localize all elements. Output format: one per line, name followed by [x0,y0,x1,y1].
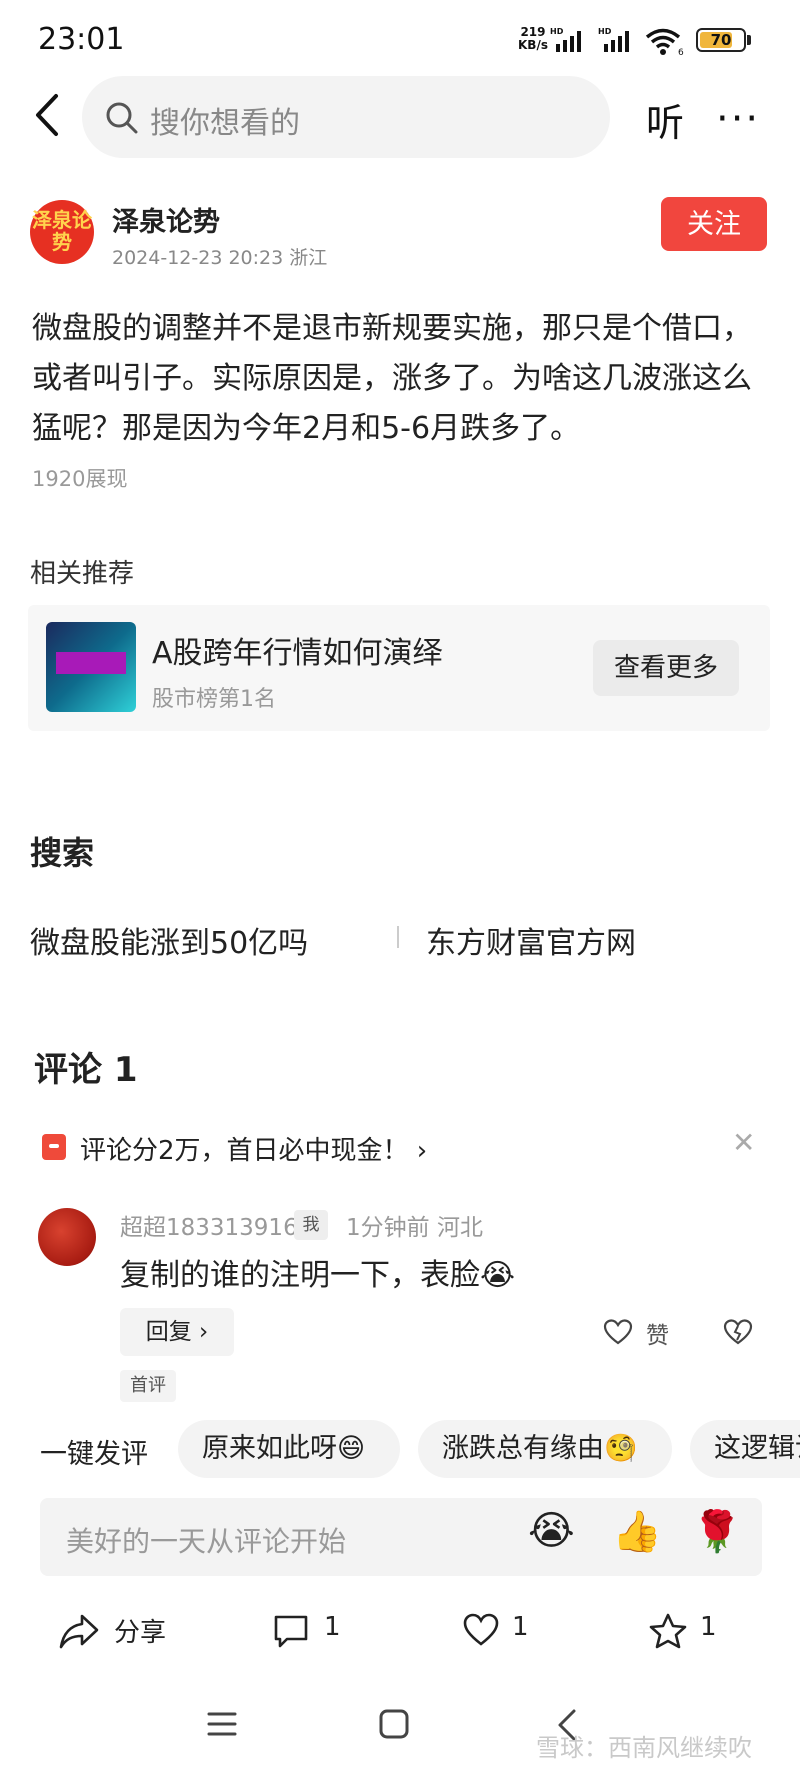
comments-title: 评论 1 [34,1050,138,1090]
comment-placeholder: 美好的一天从评论开始 [66,1525,347,1558]
share-label[interactable]: 分享 [114,1612,166,1649]
first-comment-badge: 首评 [120,1370,176,1402]
comment-count[interactable]: 1 [324,1612,341,1642]
thumbs-up-icon[interactable]: 👍 [612,1508,662,1555]
share-icon[interactable] [58,1612,100,1650]
quick-reply-chip[interactable]: 原来如此呀😄 [178,1420,400,1478]
commenter-avatar[interactable] [38,1208,96,1266]
view-count: 1920展现 [32,467,128,491]
listen-button[interactable]: 听 [646,92,684,147]
divider [397,926,399,948]
broken-heart-icon[interactable] [723,1318,753,1346]
author-avatar[interactable]: 泽泉论势 [30,200,94,264]
related-card-title[interactable]: A股跨年行情如何演绎 [152,628,443,672]
search-suggestion[interactable]: 微盘股能涨到50亿吗 [30,918,308,962]
commenter-name[interactable]: 超超183313916 [120,1208,298,1242]
network-speed: 219 KB/s [518,26,548,52]
network-speed-unit: KB/s [518,38,548,52]
star-icon[interactable] [648,1612,688,1650]
view-more-button[interactable]: 查看更多 [593,640,739,696]
search-suggestion[interactable]: 东方财富官方网 [426,918,636,962]
close-icon[interactable]: ✕ [732,1126,755,1159]
author-name[interactable]: 泽泉论势 [112,200,220,239]
related-title: 相关推荐 [30,559,135,589]
menu-icon[interactable] [206,1708,238,1740]
rose-icon[interactable]: 🌹 [692,1508,742,1555]
promo-banner[interactable]: 评论分2万，首日必中现金！ › [80,1130,427,1167]
hd-label: HD [550,27,564,36]
comment-text: 复制的谁的注明一下，表脸😭 [120,1258,516,1293]
favorite-count[interactable]: 1 [700,1612,717,1642]
follow-button[interactable]: 关注 [661,197,767,251]
comment-meta: 1分钟前 河北 [346,1215,483,1241]
battery-icon: 70 [696,28,746,52]
cell-signal-icon-2: HD [598,27,629,52]
search-section-title: 搜索 [30,834,95,872]
wifi-icon: 6 [645,28,684,56]
wifi-badge: 6 [678,48,684,56]
search-placeholder: 搜你想看的 [150,106,300,141]
back-arrow-icon[interactable] [32,92,62,138]
like-label[interactable]: 赞 [646,1316,669,1350]
related-thumbnail[interactable] [46,622,136,712]
quick-reply-chip[interactable]: 涨跌总有缘由🧐 [418,1420,672,1478]
status-time: 23:01 [38,22,125,57]
search-icon [106,102,138,134]
red-envelope-icon [42,1134,66,1160]
like-count[interactable]: 1 [512,1612,529,1642]
related-card-subtitle: 股市榜第1名 [152,687,276,712]
hd-label: HD [598,27,612,36]
me-badge: 我 [294,1210,328,1240]
watermark: 雪球：西南风继续吹 [536,1734,752,1762]
heart-icon[interactable] [603,1318,633,1346]
post-meta: 2024-12-23 20:23 浙江 [112,247,328,269]
crying-emoji-icon[interactable]: 😭 [528,1508,575,1554]
like-icon[interactable] [462,1612,500,1648]
comment-icon[interactable] [272,1612,310,1650]
battery-cap [747,35,751,45]
home-icon[interactable] [378,1708,410,1740]
post-body: 微盘股的调整并不是退市新规要实施，那只是个借口，或者叫引子。实际原因是，涨多了。… [32,311,752,446]
quick-reply-chip[interactable]: 这逻辑说 [690,1420,800,1478]
quick-comment-label: 一键发评 [40,1439,148,1470]
cell-signal-icon: HD [550,27,581,52]
battery-level: 70 [710,31,732,49]
thumbnail-banner [56,652,126,674]
more-options-button[interactable]: ··· [716,96,760,142]
reply-button[interactable]: 回复 › [120,1308,234,1356]
